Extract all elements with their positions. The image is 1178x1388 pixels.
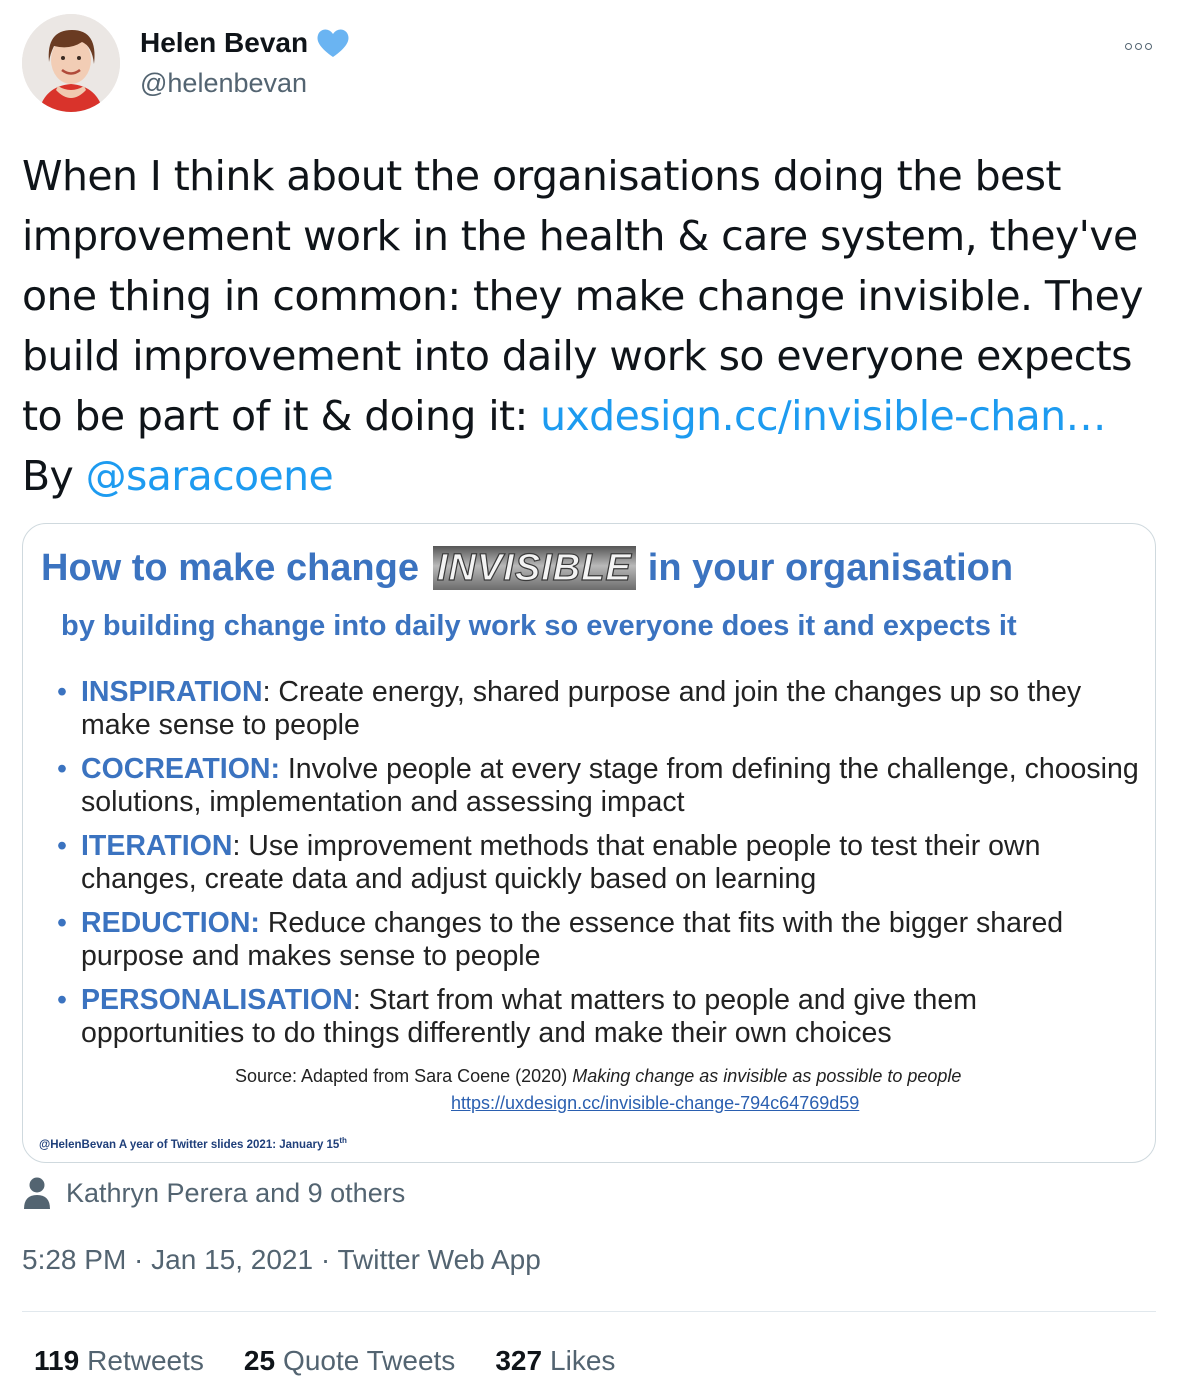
retweets-count: 119 [34, 1345, 80, 1376]
slide-title-highlight: INVISIBLE [432, 546, 636, 590]
bullet-dot: • [57, 984, 67, 1016]
quote-tweets-label: Quote Tweets [283, 1345, 456, 1376]
credit-sup: th [339, 1136, 347, 1145]
slide-title-after: in your organisation [647, 546, 1014, 589]
quote-tweets-stat[interactable]: 25 Quote Tweets [244, 1345, 455, 1377]
name-row: Helen Bevan [140, 24, 352, 62]
bullet-term: REDUCTION: [81, 907, 260, 939]
tweet-header: Helen Bevan @helenbevan [22, 14, 1156, 114]
slide-bullet: • PERSONALISATION: Start from what matter… [57, 984, 1147, 1050]
bullet-term: COCREATION: [81, 753, 280, 785]
retweets-stat[interactable]: 119 Retweets [34, 1345, 204, 1377]
display-name[interactable]: Helen Bevan [140, 25, 308, 61]
slide-source: Source: Adapted from Sara Coene (2020) M… [235, 1066, 961, 1087]
person-icon [22, 1176, 52, 1210]
mention-link[interactable]: @saracoene [86, 452, 334, 500]
slide-source-link: https://uxdesign.cc/invisible-change-794… [451, 1093, 860, 1113]
source-prefix: Source: Adapted from Sara Coene (2020) [235, 1066, 573, 1086]
tweet-link[interactable]: uxdesign.cc/invisible-chan… [540, 392, 1106, 440]
bullet-term: ITERATION [81, 830, 233, 862]
slide-bullet: • REDUCTION: Reduce changes to the essenc… [57, 907, 1147, 973]
likes-stat[interactable]: 327 Likes [495, 1345, 615, 1377]
slide-bullet: • ITERATION: Use improvement methods that… [57, 830, 1147, 896]
bullet-dot: • [57, 907, 67, 939]
divider [22, 1311, 1156, 1312]
likes-count: 327 [495, 1345, 543, 1376]
source-title: Making change as invisible as possible t… [572, 1066, 962, 1086]
bullet-dot: • [57, 753, 67, 785]
slide-credit: @HelenBevan A year of Twitter slides 202… [39, 1136, 347, 1151]
slide-bullets: • INSPIRATION: Create energy, shared purp… [57, 676, 1147, 1061]
likes-label: Likes [550, 1345, 616, 1376]
bullet-term: INSPIRATION [81, 676, 263, 708]
tweet-text: When I think about the organisations doi… [22, 146, 1162, 506]
slide-title-before: How to make change [41, 546, 419, 589]
bullet-sep: : [352, 984, 361, 1016]
more-options-icon[interactable] [1120, 38, 1156, 54]
bullet-term: PERSONALISATION [81, 984, 353, 1016]
credit-text: @HelenBevan A year of Twitter slides 202… [39, 1138, 340, 1151]
avatar[interactable] [22, 14, 120, 112]
tweet-media-image[interactable]: How to make change INVISIBLE in your org… [22, 523, 1156, 1163]
liked-by[interactable]: Kathryn Perera and 9 others [22, 1176, 405, 1210]
slide-bullet: • INSPIRATION: Create energy, shared purp… [57, 676, 1147, 742]
tweet-stats: 119 Retweets 25 Quote Tweets 327 Likes [34, 1345, 615, 1377]
bullet-dot: • [57, 830, 67, 862]
slide-subtitle: by building change into daily work so ev… [61, 610, 1017, 642]
bullet-dot: • [57, 676, 67, 708]
avatar-image [22, 14, 120, 112]
slide-bullet: • COCREATION: Involve people at every sta… [57, 753, 1147, 819]
liked-by-text: Kathryn Perera and 9 others [66, 1177, 406, 1208]
handle[interactable]: @helenbevan [140, 66, 307, 100]
tweet-timestamp[interactable]: 5:28 PM · Jan 15, 2021 · Twitter Web App [22, 1244, 541, 1276]
slide-title: How to make change INVISIBLE in your org… [41, 546, 1013, 590]
tweet-text-by: By [22, 452, 86, 500]
verified-heart-icon [314, 24, 352, 62]
quote-tweets-count: 25 [243, 1345, 276, 1376]
retweets-label: Retweets [87, 1345, 204, 1376]
